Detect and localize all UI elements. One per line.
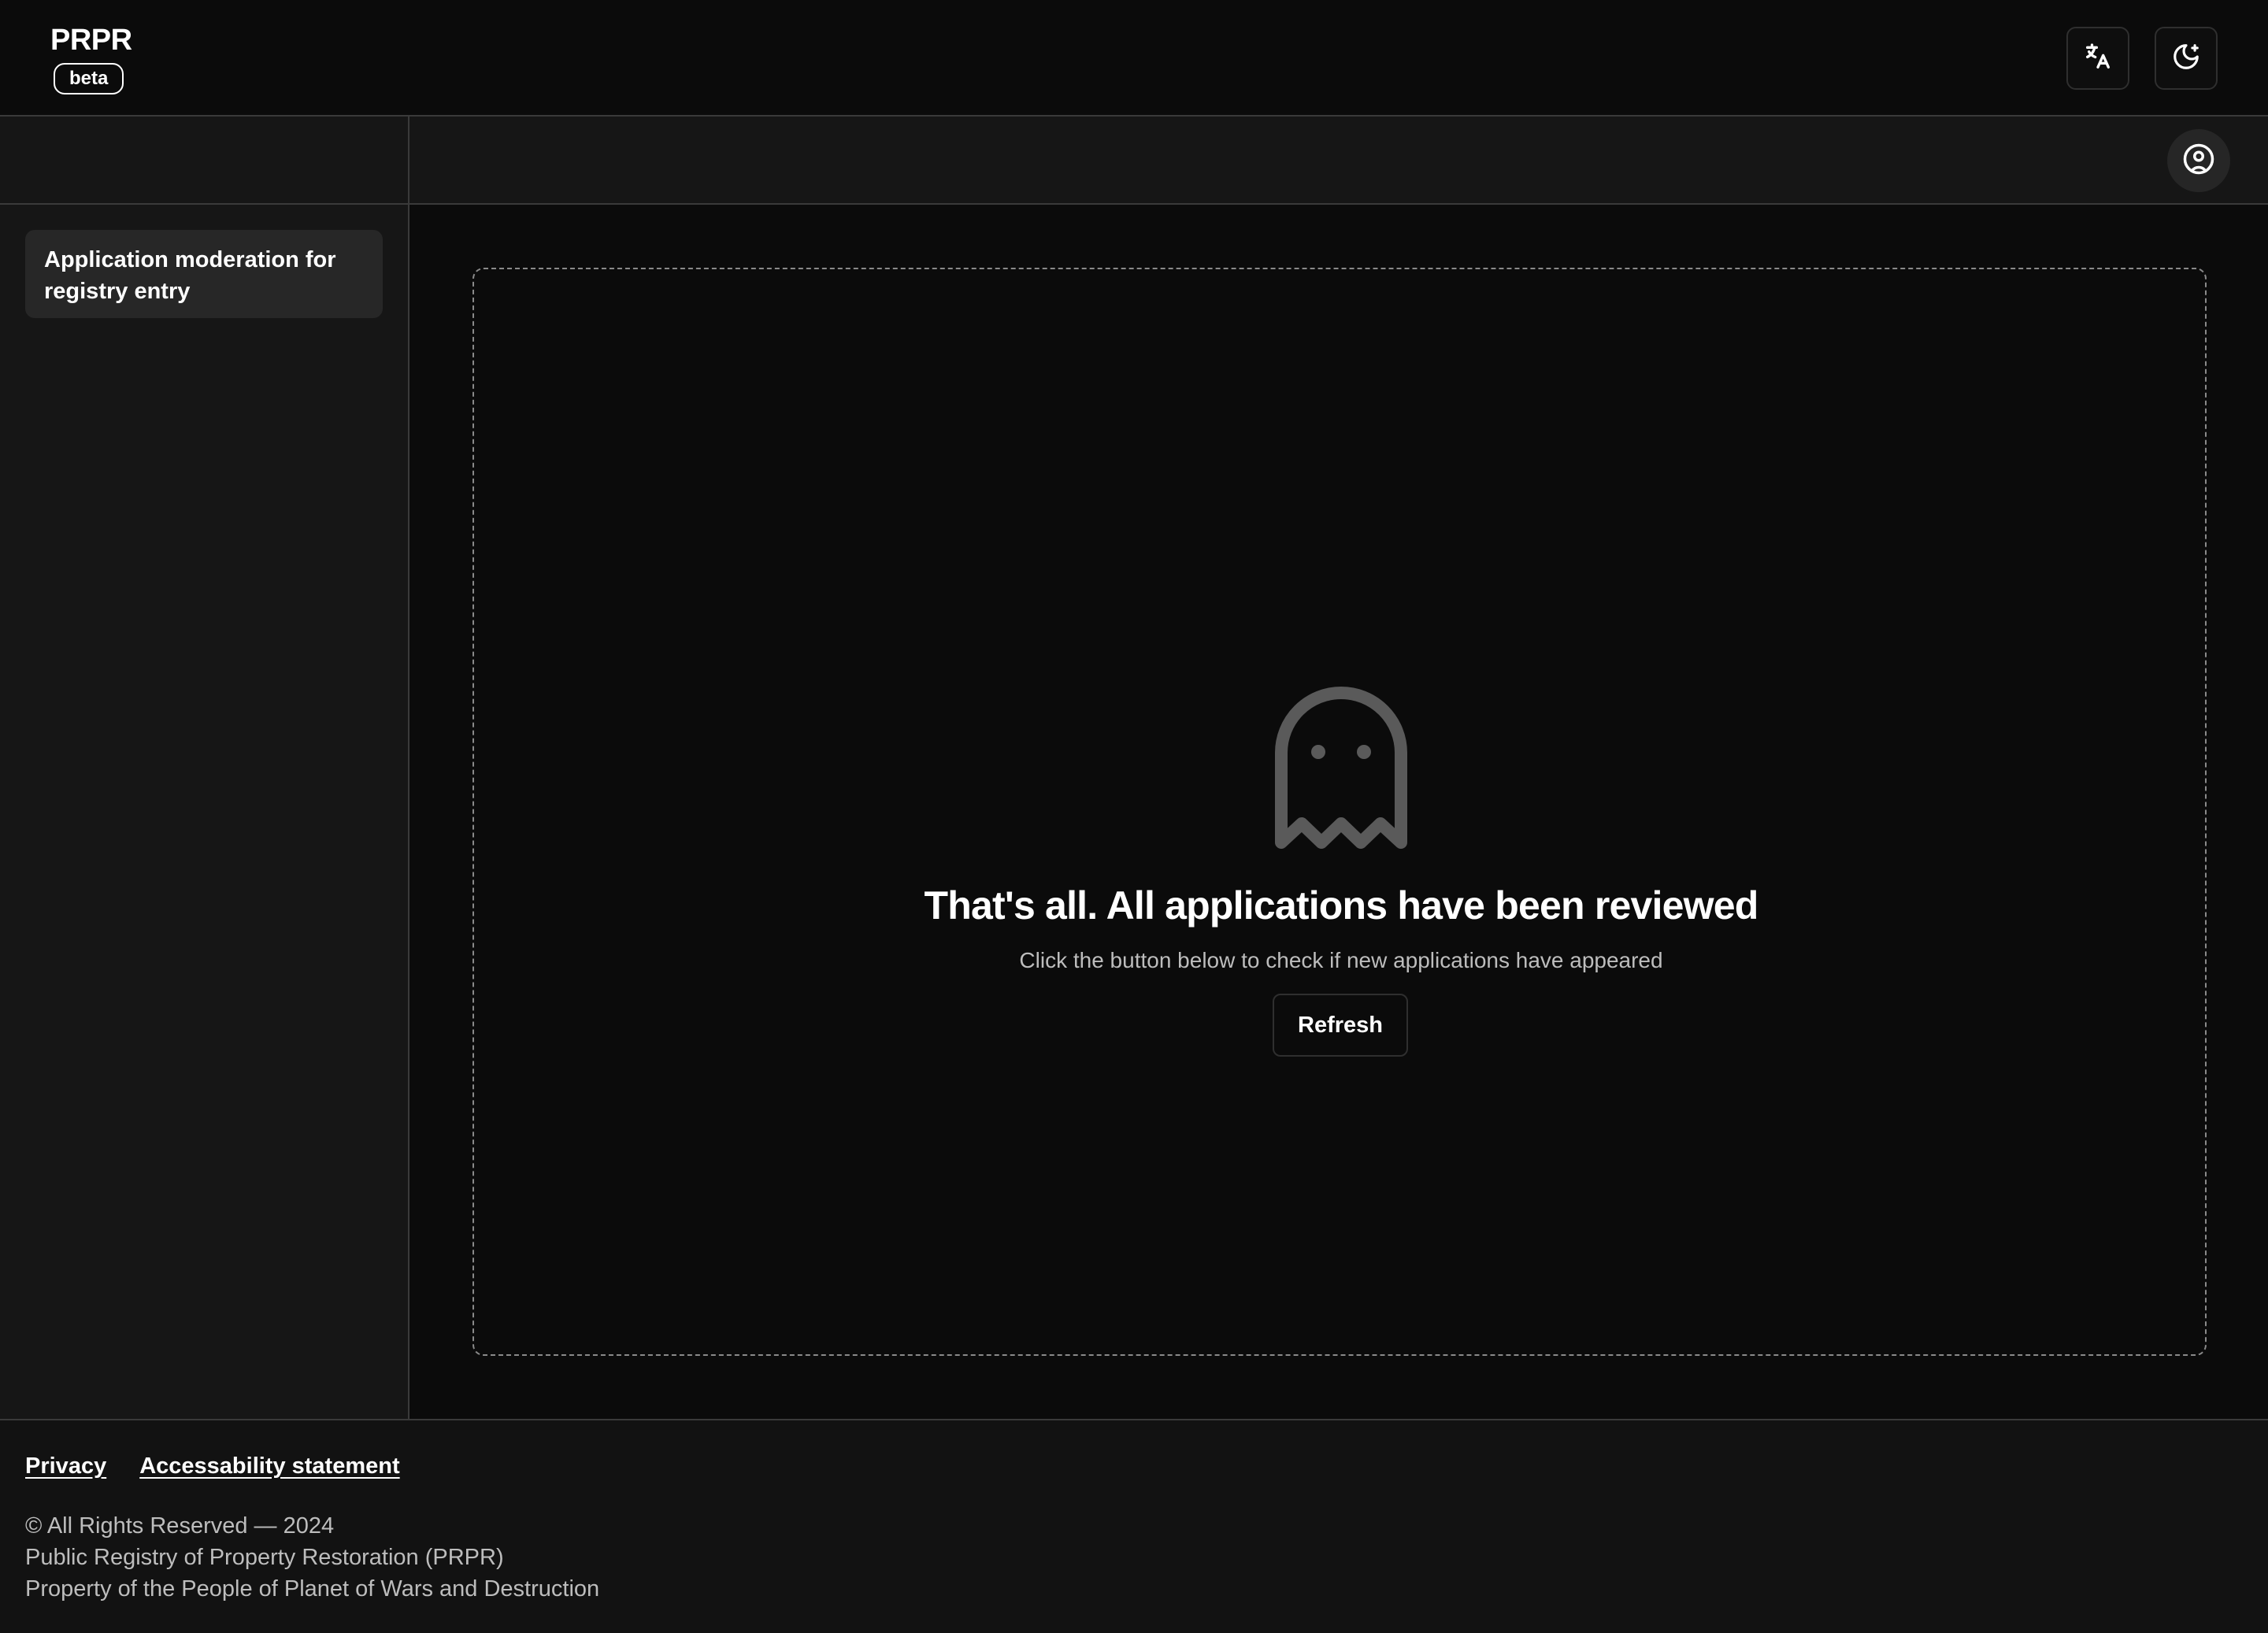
brand-name: PRPR: [50, 24, 132, 57]
footer: Privacy Accessability statement © All Ri…: [0, 1419, 2268, 1633]
top-header: PRPR beta: [0, 0, 2268, 117]
moon-star-icon: [2171, 42, 2201, 76]
main-content: That's all. All applications have been r…: [410, 205, 2268, 1419]
accessibility-statement-link[interactable]: Accessability statement: [139, 1453, 399, 1479]
user-circle-icon: [2182, 143, 2215, 180]
copyright-text: © All Rights Reserved — 2024: [25, 1513, 335, 1539]
empty-state-subtitle: Click the button below to check if new a…: [1019, 948, 1663, 972]
sidebar-item-label: Application moderation for registry entr…: [44, 247, 336, 304]
app: PRPR beta Application moderation for reg…: [0, 0, 2268, 1633]
privacy-link[interactable]: Privacy: [25, 1453, 106, 1479]
subheader-divider: [408, 117, 410, 205]
refresh-button[interactable]: Refresh: [1273, 994, 1408, 1057]
sidebar-item-application-moderation[interactable]: Application moderation for registry entr…: [25, 230, 383, 318]
empty-state-title: That's all. All applications have been r…: [924, 883, 1759, 928]
footer-info: © All Rights Reserved — 2024 Public Regi…: [25, 1510, 599, 1605]
ghost-icon: [1273, 685, 1409, 850]
profile-button[interactable]: [2167, 129, 2230, 192]
empty-state-panel: That's all. All applications have been r…: [472, 268, 2207, 1356]
translate-icon: [2082, 41, 2114, 76]
sidebar: Application moderation for registry entr…: [0, 205, 408, 1419]
sub-header: [0, 117, 2268, 205]
translate-button[interactable]: [2066, 27, 2129, 90]
beta-badge: beta: [54, 63, 124, 94]
organization-name: Public Registry of Property Restoration …: [25, 1545, 504, 1570]
theme-toggle-button[interactable]: [2155, 27, 2218, 90]
ownership-text: Property of the People of Planet of Wars…: [25, 1576, 600, 1602]
footer-links: Privacy Accessability statement: [25, 1453, 433, 1479]
brand[interactable]: PRPR beta: [50, 22, 137, 94]
